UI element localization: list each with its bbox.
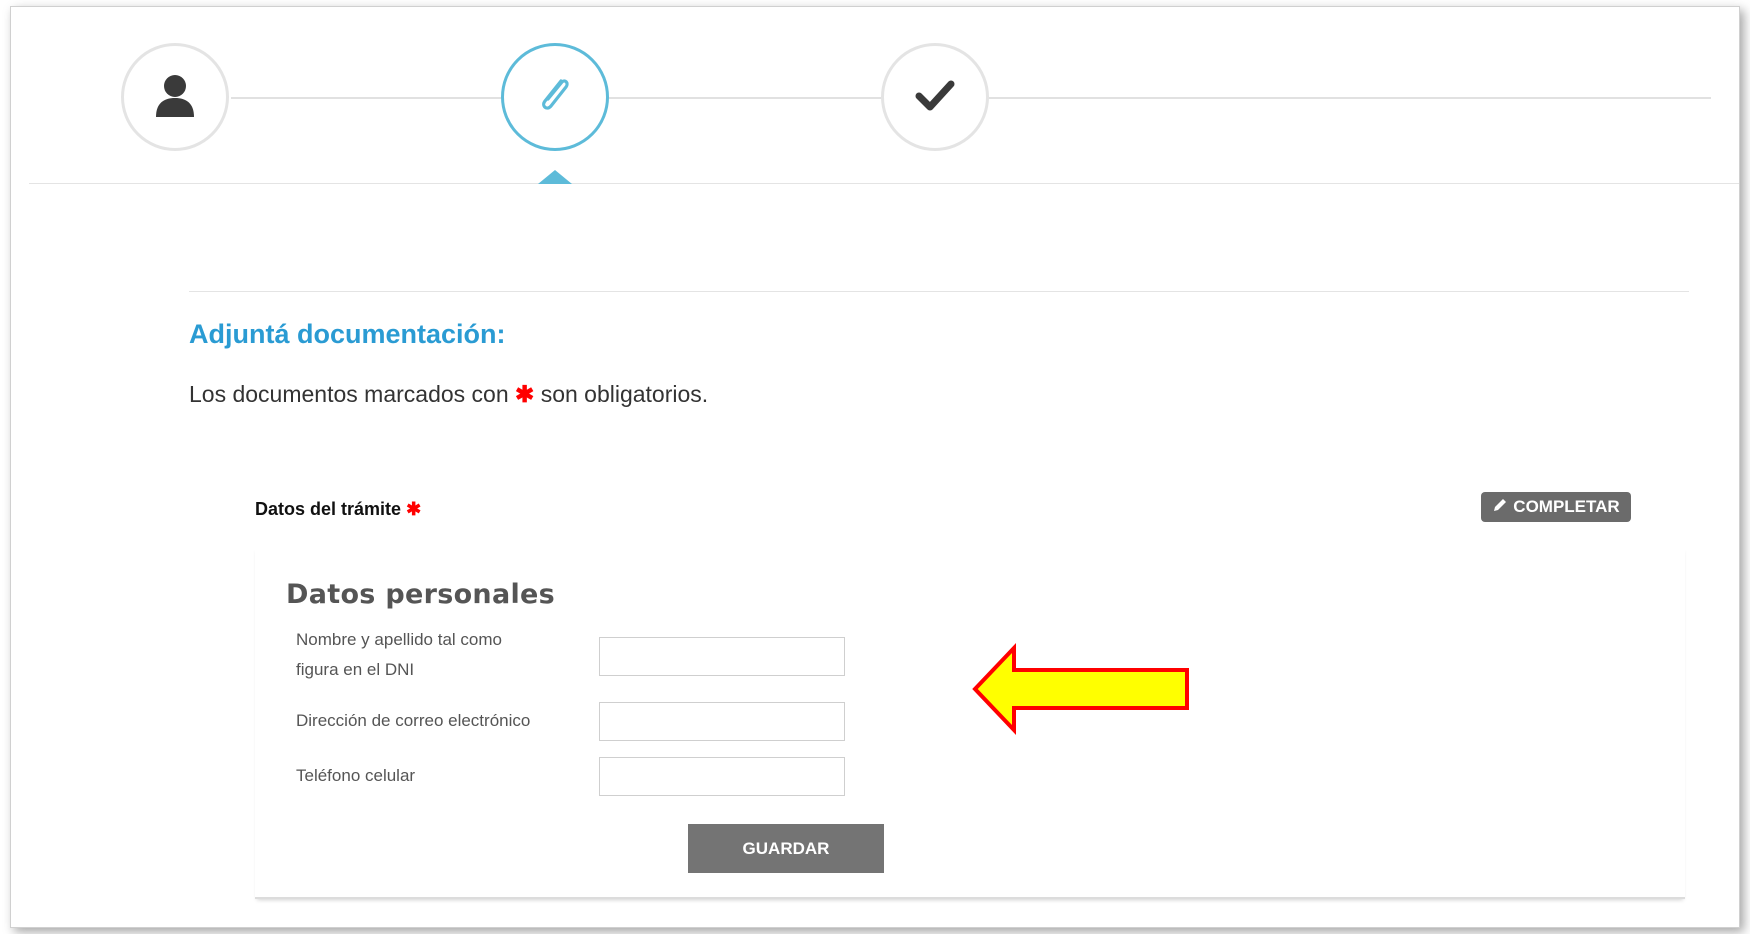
save-button[interactable]: GUARDAR bbox=[688, 824, 884, 873]
step-confirm[interactable] bbox=[881, 43, 989, 151]
name-field-label-line2: figura en el DNI bbox=[296, 660, 415, 679]
email-field-label: Dirección de correo electrónico bbox=[296, 711, 531, 730]
check-icon bbox=[915, 78, 955, 117]
complete-button-label: COMPLETAR bbox=[1513, 497, 1620, 516]
name-field-label: Nombre y apellido tal como figura en el … bbox=[296, 625, 576, 685]
section-divider bbox=[189, 291, 1689, 292]
email-input[interactable] bbox=[599, 702, 845, 741]
document-label: Datos del trámite ✱ bbox=[255, 499, 421, 520]
complete-button[interactable]: COMPLETAR bbox=[1481, 492, 1631, 522]
phone-input[interactable] bbox=[599, 757, 845, 796]
active-step-indicator bbox=[538, 170, 572, 184]
required-star-icon: ✱ bbox=[515, 381, 535, 407]
stepper-divider bbox=[29, 183, 1739, 184]
section-desc-text-end: son obligatorios. bbox=[540, 381, 709, 407]
form-title: Datos personales bbox=[286, 579, 556, 610]
document-label-text: Datos del trámite bbox=[255, 499, 402, 519]
section-desc-text: Los documentos marcados con bbox=[189, 381, 509, 407]
required-star-icon: ✱ bbox=[406, 499, 422, 519]
step-documents[interactable] bbox=[501, 43, 609, 151]
annotation-arrow-icon bbox=[972, 642, 1189, 736]
section-description: Los documentos marcados con ✱ son obliga… bbox=[189, 381, 708, 408]
page-frame: Adjuntá documentación: Los documentos ma… bbox=[10, 6, 1740, 928]
user-icon bbox=[154, 73, 196, 122]
paperclip-icon bbox=[531, 71, 579, 124]
phone-field-label: Teléfono celular bbox=[296, 766, 416, 785]
pencil-icon bbox=[1492, 497, 1508, 518]
step-personal[interactable] bbox=[121, 43, 229, 151]
name-input[interactable] bbox=[599, 637, 845, 676]
name-field-label-line1: Nombre y apellido tal como bbox=[296, 630, 502, 649]
section-title: Adjuntá documentación: bbox=[189, 319, 506, 349]
